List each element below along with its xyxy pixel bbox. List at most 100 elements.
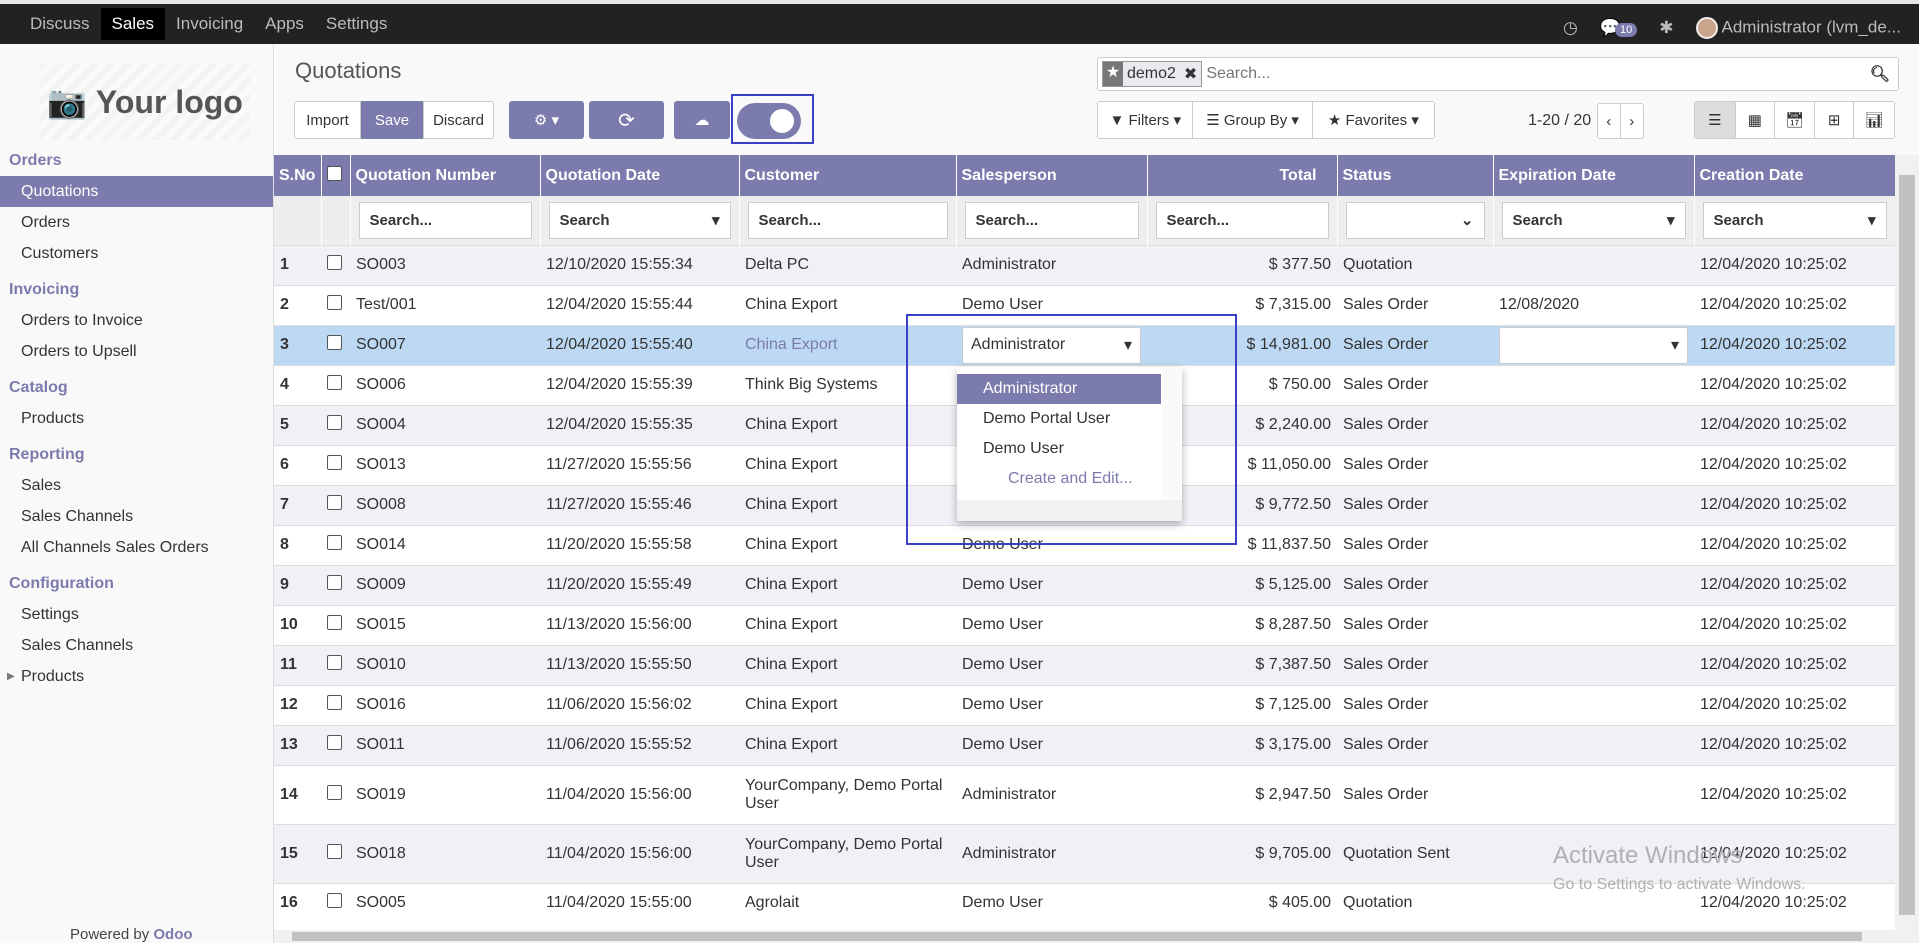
sidebar-item[interactable]: All Channels Sales Orders: [0, 532, 273, 563]
row-select[interactable]: [321, 364, 350, 405]
row-select[interactable]: [321, 324, 350, 365]
sidebar-item[interactable]: Quotations: [0, 176, 273, 207]
header-creation-date[interactable]: Creation Date: [1694, 155, 1896, 196]
row-checkbox[interactable]: [327, 893, 342, 909]
row-select[interactable]: [321, 564, 350, 605]
sidebar-item[interactable]: Customers: [0, 238, 273, 269]
row-select[interactable]: [321, 244, 350, 285]
row-select[interactable]: [321, 484, 350, 525]
sidebar-item[interactable]: Settings: [0, 599, 273, 630]
row-checkbox[interactable]: [327, 495, 342, 510]
sidebar-item[interactable]: Sales Channels: [0, 630, 273, 661]
table-row[interactable]: 11 SO010 11/13/2020 15:55:50 China Export De…: [274, 644, 1895, 685]
column-filter-input[interactable]: Search ▾: [1501, 201, 1686, 239]
header-status[interactable]: Status: [1337, 155, 1494, 196]
settings-gear-button[interactable]: ⚙ ▾: [509, 101, 584, 139]
chevron-down-icon[interactable]: ▾: [1671, 335, 1679, 355]
pager-next[interactable]: ›: [1621, 104, 1643, 138]
menu-sales[interactable]: Sales: [100, 8, 166, 40]
refresh-button[interactable]: ⟳: [589, 101, 664, 139]
sidebar-section[interactable]: Invoicing: [0, 275, 273, 305]
calendar-view-icon[interactable]: 📅︎: [1775, 102, 1815, 138]
table-row[interactable]: 9 SO009 11/20/2020 15:55:49 China Export Dem…: [274, 564, 1895, 605]
debug-bug-icon[interactable]: ✱: [1659, 18, 1673, 38]
row-select[interactable]: [321, 284, 350, 325]
horizontal-scrollbar[interactable]: [274, 930, 1895, 943]
row-checkbox[interactable]: [327, 295, 342, 310]
row-checkbox[interactable]: [327, 375, 342, 390]
table-row[interactable]: 14 SO019 11/04/2020 15:56:00 YourCompany, D…: [274, 764, 1895, 824]
kanban-view-icon[interactable]: ▦: [1736, 102, 1776, 138]
table-row[interactable]: 1 SO003 12/10/2020 15:55:34 Delta PC Adminis…: [274, 244, 1895, 285]
header-quotation-date[interactable]: Quotation Date: [540, 155, 740, 196]
row-select[interactable]: [321, 684, 350, 725]
row-checkbox[interactable]: [327, 615, 342, 630]
remove-facet-icon[interactable]: ✖: [1180, 64, 1201, 84]
pager-previous[interactable]: ‹: [1598, 104, 1621, 138]
menu-settings[interactable]: Settings: [315, 8, 398, 40]
row-checkbox[interactable]: [327, 255, 342, 270]
pivot-view-icon[interactable]: ⊞: [1815, 102, 1855, 138]
import-button[interactable]: Import: [294, 101, 361, 139]
row-checkbox[interactable]: [327, 695, 342, 710]
filters-button[interactable]: ▼ Filters ▾: [1098, 102, 1194, 138]
row-select[interactable]: [321, 644, 350, 685]
discard-button[interactable]: Discard: [423, 101, 494, 139]
header-total[interactable]: Total: [1147, 155, 1338, 196]
row-select[interactable]: [321, 764, 350, 824]
header-quotation-number[interactable]: Quotation Number: [350, 155, 541, 196]
header-salesperson[interactable]: Salesperson: [956, 155, 1148, 196]
row-select[interactable]: [321, 524, 350, 565]
sidebar-item[interactable]: Orders: [0, 207, 273, 238]
row-checkbox[interactable]: [327, 415, 342, 430]
group-by-button[interactable]: ☰ Group By ▾: [1193, 102, 1313, 138]
sidebar-item[interactable]: Sales: [0, 470, 273, 501]
column-filter-input[interactable]: Search...: [358, 201, 532, 239]
sidebar-item[interactable]: Sales Channels: [0, 501, 273, 532]
select-all-checkbox[interactable]: [326, 165, 342, 181]
column-filter-input[interactable]: Search ▾: [548, 201, 731, 239]
column-filter-input[interactable]: Search ▾: [1702, 201, 1887, 239]
sidebar-section[interactable]: Reporting: [0, 440, 273, 470]
row-select[interactable]: [321, 724, 350, 765]
menu-apps[interactable]: Apps: [254, 8, 315, 40]
row-select[interactable]: [321, 604, 350, 645]
header-sno[interactable]: S.No: [274, 155, 322, 196]
odoo-link[interactable]: Odoo: [153, 926, 192, 943]
column-filter-input[interactable]: ⌄: [1345, 201, 1485, 239]
sidebar-item[interactable]: Products: [0, 403, 273, 434]
row-select[interactable]: [321, 444, 350, 485]
row-select[interactable]: [321, 823, 350, 883]
sidebar-item[interactable]: Orders to Upsell: [0, 336, 273, 367]
header-select-all[interactable]: [321, 155, 351, 196]
column-filter-input[interactable]: Search...: [1155, 201, 1329, 239]
row-checkbox[interactable]: [327, 535, 342, 550]
activity-clock-icon[interactable]: ◷: [1563, 18, 1578, 38]
sidebar-section[interactable]: Orders: [0, 146, 273, 176]
sidebar-section[interactable]: Configuration: [0, 569, 273, 599]
header-expiration-date[interactable]: Expiration Date: [1493, 155, 1695, 196]
sidebar-item[interactable]: ▶ Products: [0, 661, 273, 692]
column-filter-input[interactable]: Search...: [964, 201, 1139, 239]
row-select[interactable]: [321, 404, 350, 445]
search-input[interactable]: [1206, 65, 1870, 83]
row-checkbox[interactable]: [327, 455, 342, 470]
user-menu[interactable]: Administrator (lvm_de...: [1695, 17, 1901, 39]
messages-icon[interactable]: 💬10: [1600, 18, 1638, 38]
row-select[interactable]: [321, 882, 350, 923]
table-row[interactable]: 13 SO011 11/06/2020 15:55:52 China Export De…: [274, 724, 1895, 765]
table-row[interactable]: 12 SO016 11/06/2020 15:56:02 China Export De…: [274, 684, 1895, 725]
row-checkbox[interactable]: [327, 784, 342, 800]
sidebar-item[interactable]: Orders to Invoice: [0, 305, 273, 336]
row-checkbox[interactable]: [327, 335, 342, 350]
list-view-icon[interactable]: ☰: [1695, 102, 1736, 138]
expiration-date-input[interactable]: ▾: [1499, 326, 1688, 364]
download-button[interactable]: ☁: [674, 101, 730, 139]
column-filter-input[interactable]: Search...: [747, 201, 948, 239]
graph-view-icon[interactable]: 📊︎: [1854, 102, 1894, 138]
vertical-scrollbar[interactable]: [1895, 155, 1919, 943]
row-checkbox[interactable]: [327, 655, 342, 670]
save-button[interactable]: Save: [361, 101, 423, 139]
header-customer[interactable]: Customer: [739, 155, 957, 196]
row-checkbox[interactable]: [327, 575, 342, 590]
